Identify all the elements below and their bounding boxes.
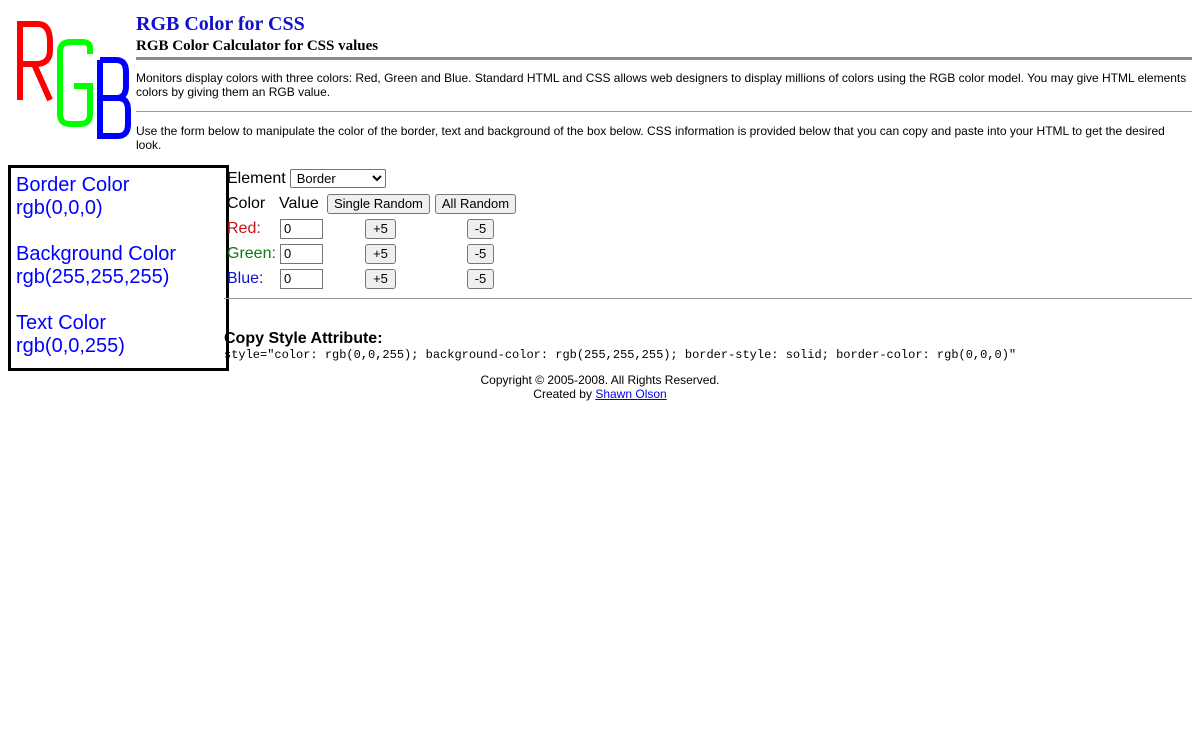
footer: Copyright © 2005-2008. All Rights Reserv… <box>0 373 1200 401</box>
element-select[interactable]: Border <box>289 169 386 188</box>
red-minus-button[interactable]: -5 <box>467 218 494 239</box>
preview-text-block: Text Color rgb(0,0,255) <box>16 312 226 358</box>
author-link[interactable]: Shawn Olson <box>595 387 666 401</box>
page: RGB Color for CSS RGB Color Calculator f… <box>0 0 1200 740</box>
page-subtitle: RGB Color Calculator for CSS values <box>136 38 379 54</box>
green-plus-button[interactable]: +5 <box>365 243 396 264</box>
color-controls: Element Border Color Value Single Random… <box>227 166 517 291</box>
instructions-text: Use the form below to manipulate the col… <box>136 124 1165 152</box>
green-value-input[interactable] <box>280 243 323 264</box>
single-random-button[interactable]: Single Random <box>327 193 430 214</box>
controls-divider <box>224 298 1192 299</box>
blue-value-input[interactable] <box>280 268 323 289</box>
green-minus-button[interactable]: -5 <box>467 243 494 264</box>
page-title: RGB Color for CSS <box>136 13 305 35</box>
red-plus-button[interactable]: +5 <box>365 218 396 239</box>
red-value-input[interactable] <box>280 218 323 239</box>
preview-border-value: rgb(0,0,0) <box>16 197 103 219</box>
preview-border-block: Border Color rgb(0,0,0) <box>16 174 226 220</box>
header-row: Color Value Single Random All Random <box>227 191 517 216</box>
preview-text-label: Text Color <box>16 312 107 334</box>
logo-letter-b <box>97 57 131 139</box>
blue-plus-button[interactable]: +5 <box>365 268 396 289</box>
created-by-line: Created by Shawn Olson <box>0 387 1200 401</box>
element-row: Element Border <box>227 166 516 191</box>
channel-row-green: Green: +5 -5 <box>227 241 516 266</box>
rgb-logo <box>17 21 131 139</box>
red-label: Red: <box>227 219 261 237</box>
color-preview-box: Border Color rgb(0,0,0) Background Color… <box>8 165 229 371</box>
color-column-header: Color <box>227 194 266 212</box>
element-label: Element <box>227 169 286 187</box>
preview-background-block: Background Color rgb(255,255,255) <box>16 243 226 289</box>
logo-letter-r <box>17 21 53 102</box>
copyright-text: Copyright © 2005-2008. All Rights Reserv… <box>480 373 720 387</box>
created-by-label: Created by <box>533 387 592 401</box>
header: RGB Color for CSS RGB Color Calculator f… <box>136 12 1192 152</box>
intro-text: Monitors display colors with three color… <box>136 71 1187 99</box>
copy-style-title: Copy Style Attribute: <box>224 330 383 347</box>
preview-text-value: rgb(0,0,255) <box>16 335 125 357</box>
preview-border-label: Border Color <box>16 174 130 196</box>
intro-divider <box>136 111 1192 112</box>
all-random-button[interactable]: All Random <box>434 193 517 214</box>
blue-minus-button[interactable]: -5 <box>467 268 494 289</box>
green-label: Green: <box>227 244 276 262</box>
preview-background-value: rgb(255,255,255) <box>16 266 170 288</box>
channel-row-blue: Blue: +5 -5 <box>227 266 516 291</box>
header-divider <box>136 57 1192 60</box>
logo-letter-g <box>57 39 93 127</box>
value-column-header: Value <box>279 194 319 212</box>
blue-label: Blue: <box>227 269 264 287</box>
preview-background-label: Background Color <box>16 243 177 265</box>
copy-style-code[interactable]: style="color: rgb(0,0,255); background-c… <box>224 348 1016 362</box>
channel-row-red: Red: +5 -5 <box>227 216 516 241</box>
